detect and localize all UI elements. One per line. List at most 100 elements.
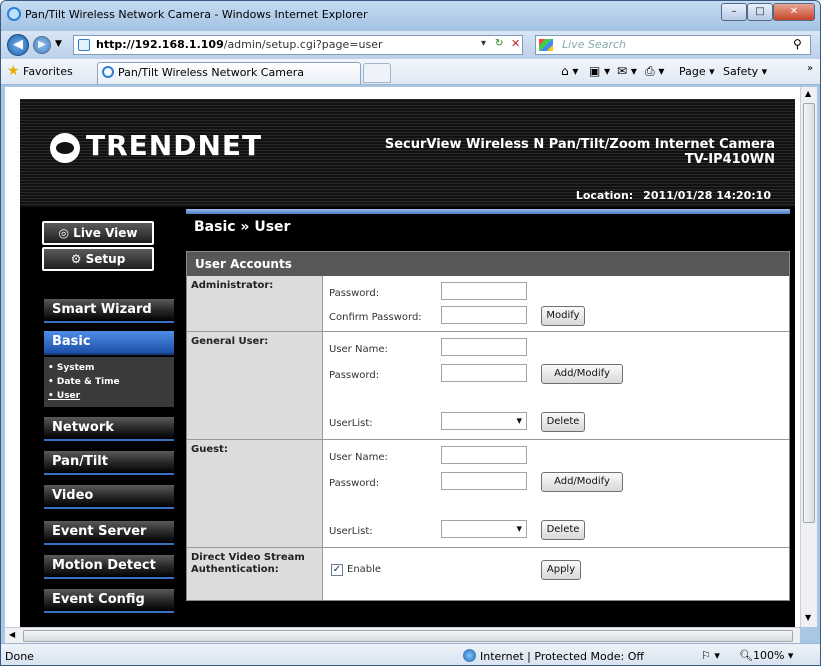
url-input[interactable]: http://192.168.1.109/admin/setup.cgi?pag… bbox=[73, 35, 523, 55]
new-tab-button[interactable] bbox=[363, 63, 391, 83]
live-view-button[interactable]: ◎ Live View bbox=[42, 221, 154, 245]
general-password-label: Password: bbox=[329, 370, 380, 381]
apply-button[interactable]: Apply bbox=[541, 560, 581, 580]
administrator-row: Password: Confirm Password: Modify bbox=[323, 276, 789, 332]
enable-checkbox[interactable]: ✓ bbox=[331, 564, 343, 576]
title-bar[interactable]: Pan/Tilt Wireless Network Camera - Windo… bbox=[1, 1, 820, 31]
guest-userlist-select[interactable] bbox=[441, 520, 527, 538]
general-userlist-select[interactable] bbox=[441, 412, 527, 430]
guest-password-label: Password: bbox=[329, 478, 380, 489]
modify-button[interactable]: Modify bbox=[541, 306, 585, 326]
panel-title: User Accounts bbox=[187, 252, 789, 276]
breadcrumb: Basic » User bbox=[194, 219, 291, 235]
menu-event-config[interactable]: Event Config bbox=[44, 589, 174, 613]
menu-pan-tilt[interactable]: Pan/Tilt bbox=[44, 451, 174, 475]
guest-label: Guest: bbox=[187, 440, 323, 548]
vertical-scrollbar[interactable]: ▲ ▼ bbox=[800, 87, 817, 627]
chevron-more-icon[interactable]: » bbox=[807, 63, 813, 74]
protected-mode-icon[interactable]: ⚐ ▾ bbox=[701, 649, 720, 662]
close-button[interactable]: ✕ bbox=[773, 3, 815, 21]
live-search-logo-icon bbox=[539, 39, 553, 51]
page-menu[interactable]: Page ▾ bbox=[679, 65, 715, 78]
menu-video[interactable]: Video bbox=[44, 485, 174, 509]
browser-window: Pan/Tilt Wireless Network Camera - Windo… bbox=[0, 0, 821, 666]
eye-icon: ◎ bbox=[58, 226, 74, 240]
home-icon[interactable]: ⌂ ▾ bbox=[561, 64, 578, 78]
setup-button[interactable]: ⚙ Setup bbox=[42, 247, 154, 271]
general-userlist-label: UserList: bbox=[329, 418, 373, 429]
guest-password-input[interactable] bbox=[441, 472, 527, 490]
address-bar: ◀ ▶ ▼ http://192.168.1.109/admin/setup.c… bbox=[1, 31, 820, 59]
scroll-up-icon[interactable]: ▲ bbox=[805, 89, 811, 98]
minimize-button[interactable]: – bbox=[721, 3, 747, 21]
guest-delete-button[interactable]: Delete bbox=[541, 520, 585, 540]
admin-password-input[interactable] bbox=[441, 282, 527, 300]
favorites-star-icon[interactable]: ★ bbox=[7, 63, 20, 79]
sidebar: ◎ Live View ⚙ Setup Smart Wizard Basic •… bbox=[20, 207, 182, 627]
user-accounts-panel: User Accounts Administrator: Password: C… bbox=[186, 251, 790, 601]
zoom-control[interactable]: 🔍︎100% ▾ bbox=[739, 649, 793, 662]
print-icon[interactable]: ⎙ ▾ bbox=[645, 64, 664, 79]
submenu-system[interactable]: • System bbox=[48, 363, 94, 373]
zoom-level: 100% bbox=[752, 649, 785, 662]
refresh-icon[interactable]: ↻ bbox=[495, 38, 503, 49]
guest-username-input[interactable] bbox=[441, 446, 527, 464]
camera-page: TRENDNET SecurView Wireless N Pan/Tilt/Z… bbox=[20, 99, 795, 627]
basic-submenu: • System • Date & Time • User bbox=[44, 357, 174, 407]
mail-icon[interactable]: ✉ ▾ bbox=[617, 64, 637, 78]
administrator-label: Administrator: bbox=[187, 276, 323, 332]
globe-icon bbox=[463, 649, 476, 662]
brand-logo: TRENDNET bbox=[86, 129, 263, 162]
product-title: SecurView Wireless N Pan/Tilt/Zoom Inter… bbox=[385, 137, 775, 167]
menu-basic[interactable]: Basic bbox=[44, 331, 174, 355]
menu-event-server[interactable]: Event Server bbox=[44, 521, 174, 545]
horizontal-scroll-thumb[interactable] bbox=[23, 630, 793, 642]
status-bar: Done Internet | Protected Mode: Off ⚐ ▾ … bbox=[1, 643, 820, 665]
zone-label: Internet | Protected Mode: Off bbox=[480, 650, 644, 663]
maximize-button[interactable]: □ bbox=[747, 3, 773, 21]
url-path: /admin/setup.cgi?page=user bbox=[223, 38, 383, 51]
url-host: http://192.168.1.109 bbox=[96, 38, 224, 51]
submenu-user[interactable]: • User bbox=[48, 391, 80, 401]
general-username-label: User Name: bbox=[329, 344, 388, 355]
zoom-icon: 🔍︎ bbox=[739, 649, 753, 662]
horizontal-scrollbar[interactable]: ◀ bbox=[5, 627, 800, 643]
tab-camera[interactable]: Pan/Tilt Wireless Network Camera bbox=[97, 62, 361, 84]
general-add-modify-button[interactable]: Add/Modify bbox=[541, 364, 623, 384]
product-line: SecurView Wireless N Pan/Tilt/Zoom Inter… bbox=[384, 137, 775, 152]
location-datetime: 2011/01/28 14:20:10 bbox=[643, 189, 771, 202]
menu-network[interactable]: Network bbox=[44, 417, 174, 441]
ie-logo-icon bbox=[7, 7, 21, 21]
safety-menu[interactable]: Safety ▾ bbox=[723, 65, 767, 78]
feeds-icon[interactable]: ▣ ▾ bbox=[589, 64, 610, 78]
search-input[interactable]: Live Search bbox=[535, 35, 811, 55]
guest-add-modify-button[interactable]: Add/Modify bbox=[541, 472, 623, 492]
guest-row: User Name: Password: Add/Modify UserList… bbox=[323, 440, 789, 548]
tab-ie-icon bbox=[102, 66, 114, 78]
url-dropdown-icon[interactable]: ▾ bbox=[481, 38, 486, 49]
back-button[interactable]: ◀ bbox=[7, 34, 29, 56]
nav-dropdown-icon[interactable]: ▼ bbox=[55, 39, 62, 49]
dvs-auth-label: Direct Video Stream Authentication: bbox=[187, 548, 323, 600]
submenu-date-time[interactable]: • Date & Time bbox=[48, 377, 120, 387]
status-text: Done bbox=[5, 650, 34, 663]
stop-icon[interactable]: ✕ bbox=[511, 37, 520, 50]
guest-userlist-label: UserList: bbox=[329, 526, 373, 537]
general-delete-button[interactable]: Delete bbox=[541, 412, 585, 432]
scroll-left-icon[interactable]: ◀ bbox=[9, 630, 15, 639]
forward-button[interactable]: ▶ bbox=[33, 36, 51, 54]
menu-motion-detect[interactable]: Motion Detect bbox=[44, 555, 174, 579]
general-username-input[interactable] bbox=[441, 338, 527, 356]
favorites-button[interactable]: Favorites bbox=[23, 65, 73, 78]
scroll-down-icon[interactable]: ▼ bbox=[805, 613, 811, 622]
location-readout: Location: 2011/01/28 14:20:10 bbox=[576, 189, 771, 202]
guest-username-label: User Name: bbox=[329, 452, 388, 463]
menu-smart-wizard[interactable]: Smart Wizard bbox=[44, 299, 174, 323]
tab-title: Pan/Tilt Wireless Network Camera bbox=[118, 66, 304, 79]
location-label: Location: bbox=[575, 189, 634, 202]
admin-confirm-input[interactable] bbox=[441, 306, 527, 324]
vertical-scroll-thumb[interactable] bbox=[803, 103, 815, 523]
security-zone[interactable]: Internet | Protected Mode: Off bbox=[463, 649, 644, 663]
general-password-input[interactable] bbox=[441, 364, 527, 382]
search-go-icon[interactable]: ⚲ bbox=[793, 37, 802, 51]
